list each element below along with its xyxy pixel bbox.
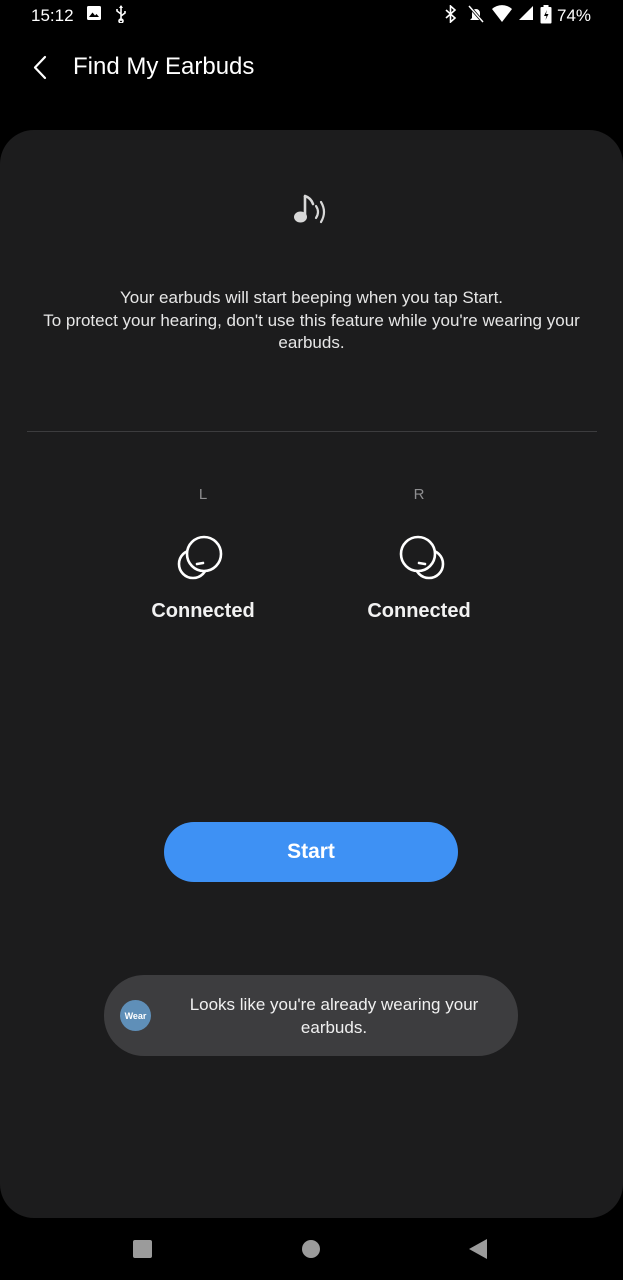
signal-icon	[519, 6, 533, 20]
navigation-bar	[0, 1218, 623, 1280]
wear-app-icon: Wear	[120, 1000, 151, 1031]
battery-percentage: 74%	[557, 6, 592, 25]
start-button[interactable]: Start	[164, 822, 458, 882]
back-button[interactable]	[22, 50, 62, 90]
back-icon[interactable]	[469, 1239, 487, 1259]
music-sound-icon	[294, 194, 326, 224]
page-title: Find My Earbuds	[73, 53, 255, 80]
toast-message: Wear Looks like you're already wearing y…	[104, 975, 518, 1056]
battery-icon	[540, 5, 552, 24]
instructions-line-2: To protect your hearing, don't use this …	[43, 310, 580, 353]
bluetooth-icon	[445, 5, 457, 23]
toast-text: Looks like you're already wearing your e…	[189, 995, 479, 1037]
left-earbud: L Connected	[113, 486, 293, 623]
app-bar: Find My Earbuds	[0, 40, 623, 100]
recents-icon[interactable]	[133, 1240, 152, 1258]
status-time: 15:12	[31, 6, 74, 25]
left-earbud-label: L	[198, 486, 208, 503]
divider	[27, 431, 597, 432]
right-earbud-icon	[399, 535, 445, 580]
status-bar: 15:12 74%	[0, 0, 623, 32]
right-earbud-status: Connected	[367, 600, 471, 622]
instructions-text: Your earbuds will start beeping when you…	[20, 287, 603, 355]
instructions-line-1: Your earbuds will start beeping when you…	[119, 288, 504, 307]
home-icon[interactable]	[302, 1240, 320, 1258]
wifi-icon	[492, 5, 512, 22]
image-icon	[87, 6, 101, 20]
chevron-left-icon	[33, 55, 47, 80]
left-earbud-status: Connected	[151, 600, 255, 622]
silent-icon	[468, 5, 484, 23]
right-earbud: R Connected	[329, 486, 509, 623]
right-earbud-label: R	[413, 486, 425, 503]
left-earbud-icon	[177, 535, 223, 580]
usb-icon	[116, 5, 126, 23]
